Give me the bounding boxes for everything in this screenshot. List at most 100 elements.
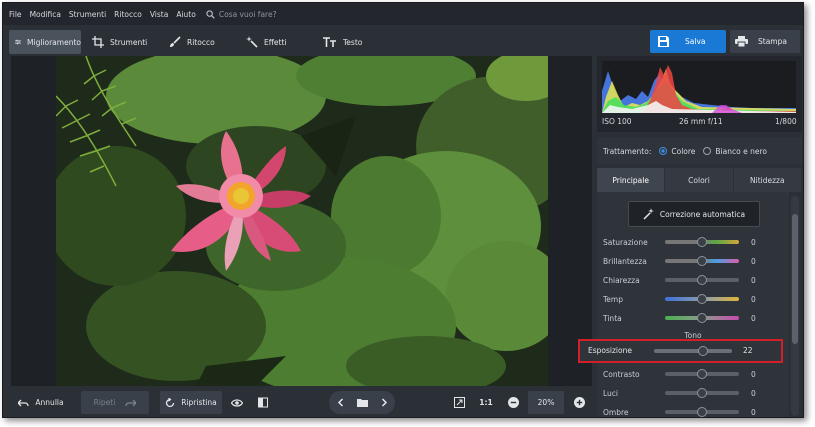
slider-saturation[interactable]: Saturazione 0 — [597, 236, 789, 248]
radio-black-white[interactable] — [703, 147, 712, 155]
tab-label: Testo — [343, 37, 363, 47]
slider-contrast[interactable]: Contrasto 0 — [597, 368, 789, 380]
print-button[interactable]: Stampa — [730, 30, 800, 53]
slider-value: 0 — [751, 257, 756, 266]
slider-handle[interactable] — [697, 388, 707, 398]
slider-track[interactable] — [665, 294, 739, 304]
preview-toggle[interactable] — [227, 391, 247, 414]
actual-size-button[interactable]: 1:1 — [475, 391, 497, 414]
slider-track[interactable] — [665, 275, 739, 285]
printer-icon — [735, 36, 748, 47]
radio-color-label[interactable]: Colore — [671, 147, 695, 156]
treatment-label: Trattamento: — [603, 146, 652, 156]
slider-label: Luci — [603, 389, 619, 398]
menu-modifica[interactable]: Modifica — [30, 10, 61, 19]
zoom-out-button[interactable] — [503, 391, 523, 414]
slider-track[interactable] — [665, 407, 739, 417]
slider-handle[interactable] — [697, 294, 707, 304]
slider-temperature[interactable]: Temp 0 — [597, 293, 789, 305]
slider-label: Ombre — [603, 408, 629, 417]
slider-shadows[interactable]: Ombre 0 — [597, 406, 789, 417]
slider-handle[interactable] — [698, 346, 708, 356]
reset-label: Ripristina — [181, 398, 217, 407]
brush-icon — [170, 36, 181, 47]
image-canvas[interactable] — [11, 56, 592, 386]
menu-aiuto[interactable]: Aiuto — [176, 10, 196, 19]
slider-value: 0 — [751, 314, 756, 323]
radio-black-white-label[interactable]: Bianco e nero — [715, 147, 767, 156]
zoom-in-button[interactable] — [569, 391, 589, 414]
folder-icon[interactable] — [356, 398, 368, 407]
exposure-highlight: Esposizione 22 — [578, 339, 783, 363]
histogram — [602, 61, 796, 113]
tab-label: Strumenti — [110, 37, 148, 47]
scrollbar-thumb[interactable] — [792, 214, 798, 344]
menu-strumenti[interactable]: Strumenti — [69, 10, 106, 19]
reset-icon — [166, 397, 175, 407]
undo-icon — [18, 399, 30, 406]
print-label: Stampa — [758, 37, 787, 46]
reset-button[interactable]: Ripristina — [160, 391, 222, 414]
slider-value: 0 — [751, 238, 756, 247]
tab-strumenti[interactable]: Strumenti — [86, 30, 158, 54]
tab-colori[interactable]: Colori — [665, 168, 733, 192]
slider-handle[interactable] — [697, 407, 707, 417]
slider-handle[interactable] — [697, 275, 707, 285]
slider-vibrance[interactable]: Brillantezza 0 — [597, 255, 789, 267]
fit-to-screen-button[interactable] — [449, 391, 469, 414]
panel-scrollbar[interactable] — [791, 196, 799, 416]
search-icon[interactable] — [206, 9, 215, 19]
save-label: Salva — [685, 37, 706, 46]
zoom-input[interactable]: 20% — [528, 391, 564, 414]
tab-principale[interactable]: Principale — [597, 168, 665, 192]
slider-handle[interactable] — [697, 237, 707, 247]
tab-label: Miglioramento — [27, 37, 81, 47]
slider-value: 0 — [751, 408, 756, 417]
tab-testo[interactable]: Testo — [317, 30, 389, 54]
tab-ritocco[interactable]: Ritocco — [163, 30, 235, 54]
undo-button[interactable]: Annulla — [11, 391, 71, 414]
magic-wand-icon — [246, 36, 258, 48]
tab-miglioramento[interactable]: Miglioramento — [9, 30, 81, 54]
redo-button[interactable]: Ripeti — [81, 391, 149, 414]
compare-toggle[interactable] — [253, 391, 273, 414]
slider-value: 22 — [743, 346, 753, 355]
menu-bar: File Modifica Strumenti Ritocco Vista Ai… — [3, 3, 803, 25]
menu-file[interactable]: File — [9, 10, 22, 19]
chevron-left-icon[interactable] — [337, 398, 345, 407]
slider-label: Saturazione — [603, 238, 648, 247]
slider-track[interactable] — [665, 388, 739, 398]
slider-handle[interactable] — [697, 369, 707, 379]
shutter-value: 1/800 — [775, 117, 797, 126]
floppy-disk-icon — [658, 36, 669, 47]
auto-correction-button[interactable]: Correzione automatica — [628, 201, 760, 227]
tab-label: Ritocco — [187, 37, 215, 47]
slider-handle[interactable] — [697, 256, 707, 266]
slider-value: 0 — [751, 370, 756, 379]
tab-nitidezza[interactable]: Nitidezza — [733, 168, 801, 192]
slider-clarity[interactable]: Chiarezza 0 — [597, 274, 789, 286]
tab-effetti[interactable]: Effetti — [240, 30, 312, 54]
slider-value: 0 — [751, 295, 756, 304]
slider-exposure[interactable]: Esposizione 22 — [580, 341, 785, 361]
slider-track[interactable] — [665, 369, 739, 379]
slider-track[interactable] — [665, 313, 739, 323]
slider-track[interactable] — [665, 237, 739, 247]
file-navigation — [329, 391, 395, 414]
save-button[interactable]: Salva — [650, 30, 726, 53]
slider-label: Contrasto — [603, 370, 640, 379]
slider-handle[interactable] — [697, 313, 707, 323]
slider-track[interactable] — [654, 346, 732, 356]
histogram-box: ISO 100 26 mm f/11 1/800 — [597, 56, 802, 132]
radio-color[interactable] — [659, 147, 668, 155]
redo-icon — [125, 399, 137, 406]
search-input[interactable]: Cosa vuoi fare? — [219, 10, 277, 19]
slider-tint[interactable]: Tinta 0 — [597, 312, 789, 324]
chevron-right-icon[interactable] — [380, 398, 388, 407]
menu-vista[interactable]: Vista — [150, 10, 169, 19]
slider-track[interactable] — [665, 256, 739, 266]
fit-screen-icon — [453, 397, 465, 408]
redo-label: Ripeti — [93, 398, 116, 407]
slider-highlights[interactable]: Luci 0 — [597, 387, 789, 399]
menu-ritocco[interactable]: Ritocco — [114, 10, 142, 19]
